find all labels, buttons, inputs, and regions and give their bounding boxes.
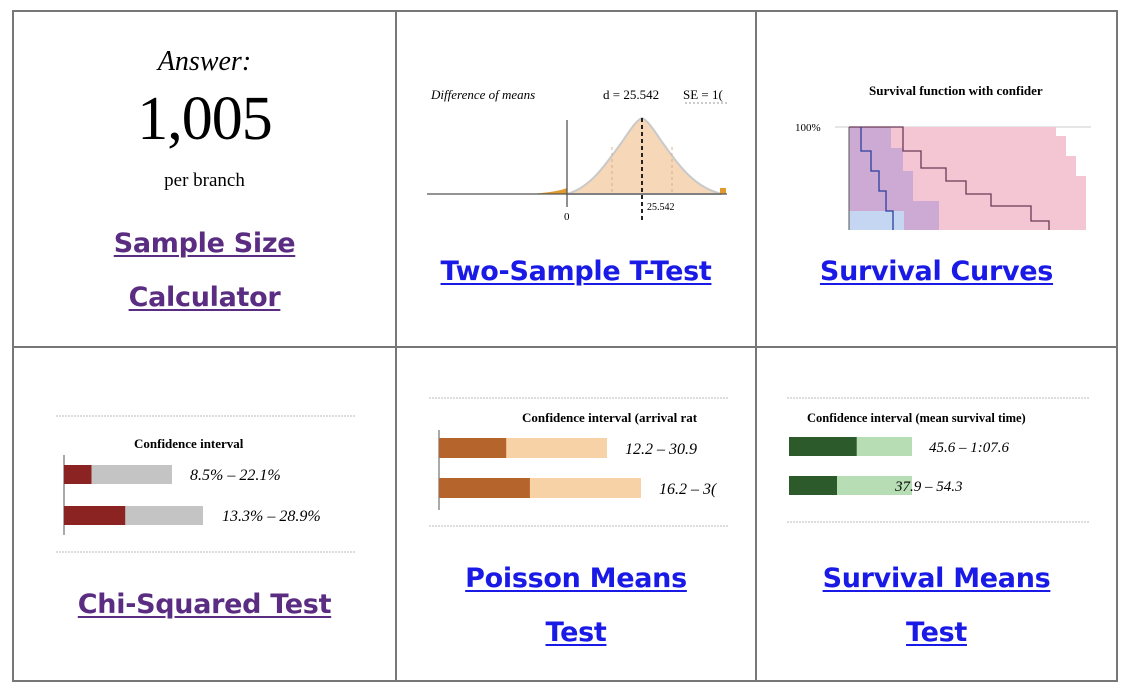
tick-zero: 0 xyxy=(564,211,570,223)
tile-poisson-means-test: Confidence interval (arrival rat 12.2 – … xyxy=(397,348,757,680)
ci-range-1: 12.2 – 30.9 xyxy=(625,441,697,458)
answer-label: Answer: xyxy=(157,46,252,77)
thumb-title: Confidence interval (arrival rat xyxy=(522,410,698,425)
poisson-means-test-link[interactable]: Poisson Means Test xyxy=(397,552,755,660)
survival-means-test-link[interactable]: Survival Means Test xyxy=(757,552,1116,660)
thumb-title: Confidence interval xyxy=(134,436,244,451)
two-sample-t-test-link[interactable]: Two-Sample T-Test xyxy=(397,245,755,299)
ci-bar-fill-1 xyxy=(789,437,857,456)
thumb-title: Difference of means xyxy=(430,87,535,102)
tick-d: 25.542 xyxy=(647,202,675,213)
survival-function-thumbnail: Survival function with confider 100% xyxy=(795,83,1091,230)
ci-range-2: 13.3% – 28.9% xyxy=(222,508,321,525)
thumb-stat-se: SE = 1( xyxy=(683,87,723,102)
density-tail-left xyxy=(527,188,567,194)
ci-range-1: 45.6 – 1:07.6 xyxy=(929,440,1009,456)
tile-two-sample-t-test: Difference of means d = 25.542 SE = 1( 0… xyxy=(397,12,757,348)
mean-survival-interval-thumbnail: Confidence interval (mean survival time)… xyxy=(787,397,1090,523)
difference-of-means-thumbnail: Difference of means d = 25.542 SE = 1( 0… xyxy=(427,87,727,223)
ci-bar-fill-1 xyxy=(439,438,507,458)
ci-bar-fill-2 xyxy=(789,476,837,495)
thumb-title: Survival function with confider xyxy=(869,83,1043,98)
link-line-1: Sample Size xyxy=(113,228,296,259)
arrival-rate-interval-thumbnail: Confidence interval (arrival rat 12.2 – … xyxy=(429,397,729,527)
tile-sample-size: Answer: 1,005 per branch Sample Size Cal… xyxy=(14,12,397,348)
tile-survival-means-test: Confidence interval (mean survival time)… xyxy=(757,348,1116,680)
survival-curves-link[interactable]: Survival Curves xyxy=(757,245,1116,299)
survival-band-blue xyxy=(849,211,904,230)
chi-squared-test-link[interactable]: Chi-Squared Test xyxy=(14,578,395,632)
link-line-1: Poisson Means xyxy=(465,563,687,594)
confidence-interval-thumbnail: Confidence interval 8.5% – 22.1% 13.3% –… xyxy=(56,415,356,553)
answer-unit: per branch xyxy=(164,170,245,191)
link-line-1: Survival Curves xyxy=(819,256,1054,287)
ci-range-2: 37.9 – 54.3 xyxy=(894,479,963,495)
link-line-1: Survival Means xyxy=(822,563,1051,594)
axis-label: 100% xyxy=(795,122,821,134)
ci-bar-fill-1 xyxy=(64,465,92,484)
link-line-2: Test xyxy=(906,617,967,648)
link-line-2: Test xyxy=(545,617,607,648)
ci-range-2: 16.2 – 3( xyxy=(659,481,718,498)
tool-grid: Answer: 1,005 per branch Sample Size Cal… xyxy=(12,10,1118,682)
ci-range-1: 8.5% – 22.1% xyxy=(190,467,281,484)
link-line-1: Two-Sample T-Test xyxy=(440,256,712,287)
tile-chi-squared-test: Confidence interval 8.5% – 22.1% 13.3% –… xyxy=(14,348,397,680)
thumb-stat-d: d = 25.542 xyxy=(603,87,659,102)
answer-value: 1,005 xyxy=(137,85,273,153)
density-fill xyxy=(566,116,723,195)
tile-survival-curves: Survival function with confider 100% Sur… xyxy=(757,12,1116,348)
ci-bar-fill-2 xyxy=(64,506,126,525)
thumb-title: Confidence interval (mean survival time) xyxy=(807,411,1026,425)
link-line-1: Chi-Squared Test xyxy=(77,589,332,620)
density-tail-right xyxy=(720,188,726,194)
sample-size-calculator-link[interactable]: Sample Size Calculator xyxy=(14,217,395,325)
link-line-2: Calculator xyxy=(128,282,281,313)
ci-bar-fill-2 xyxy=(439,478,530,498)
